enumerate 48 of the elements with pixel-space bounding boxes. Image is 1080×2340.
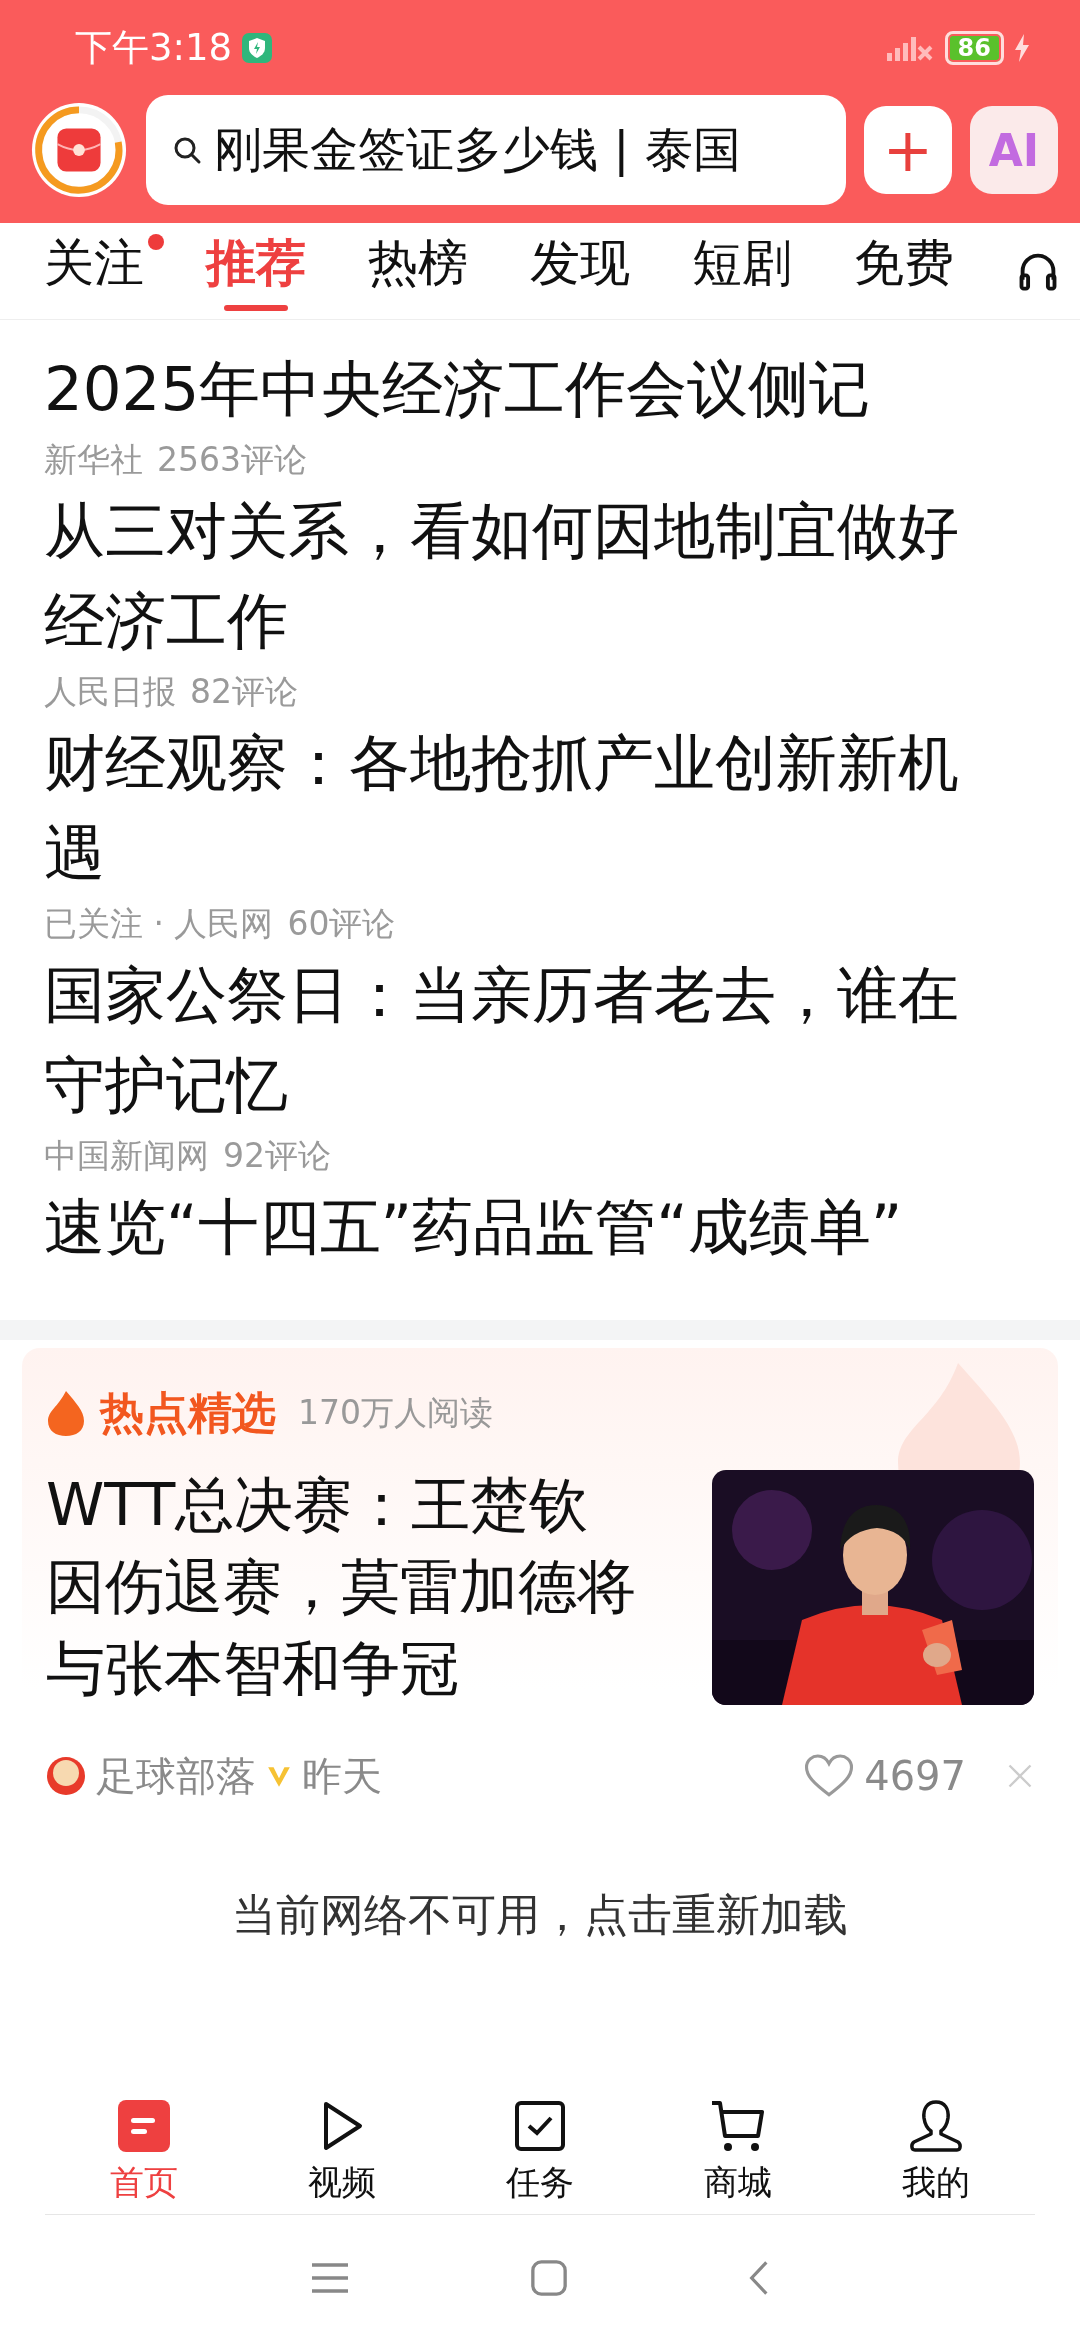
reload-link[interactable]: 当前网络不可用，点击重新加载 [232, 1886, 848, 1945]
home-button-icon[interactable] [530, 2258, 568, 2297]
news-meta: 82评论 [190, 670, 298, 713]
app-logo-icon[interactable] [30, 101, 128, 199]
news-meta: 人民日报 [44, 670, 176, 713]
nav-tab[interactable]: 任务 [485, 2098, 595, 2206]
battery-level: 86 [944, 30, 1004, 65]
post-time: 昨天 [302, 1751, 382, 1801]
news-title[interactable]: 2025年中央经济工作会议侧记 [44, 344, 994, 434]
news-title[interactable]: 国家公祭日：当亲历者老去，谁在守护记忆 [44, 950, 994, 1130]
home-icon [116, 2098, 172, 2154]
nav-tab[interactable]: 首页 [89, 2098, 199, 2206]
tab[interactable]: 推荐 [206, 225, 306, 317]
news-meta: 2563评论 [157, 438, 307, 481]
tab[interactable]: 发现 [530, 225, 630, 317]
news-title[interactable]: WTT总决赛：王楚钦因伤退赛，莫雷加德将与张本智和争冠 [46, 1464, 636, 1710]
news-meta: 中国新闻网 [44, 1134, 209, 1177]
charging-icon [1014, 33, 1030, 62]
like-count: 4697 [864, 1753, 966, 1799]
tab[interactable]: 热榜 [368, 225, 468, 317]
search-text: 刚果金签证多少钱 | 泰国 [214, 120, 741, 179]
search-icon [172, 135, 202, 165]
news-meta: 60评论 [287, 902, 396, 945]
tab[interactable]: 免费 [854, 225, 954, 317]
status-time: 下午3:18 [75, 24, 233, 71]
news-title[interactable]: 速览“十四五”药品监管“成绩单” [44, 1182, 994, 1272]
search-field[interactable]: 刚果金签证多少钱 | 泰国 [146, 95, 846, 205]
read-count: 170万人阅读 [298, 1391, 493, 1434]
news-meta: 新华社 [44, 438, 143, 481]
nav-tab[interactable]: 视频 [287, 2098, 397, 2206]
shield-icon [242, 32, 273, 63]
checkbox-icon [512, 2098, 568, 2154]
tab[interactable]: 关注 [44, 225, 144, 317]
person-icon [908, 2098, 964, 2154]
flame-icon [46, 1389, 86, 1437]
section-title: 热点精选 [100, 1385, 276, 1440]
cart-icon [710, 2098, 766, 2154]
news-meta: 92评论 [223, 1134, 331, 1177]
add-button[interactable]: + [864, 106, 952, 194]
nav-tab[interactable]: 我的 [881, 2098, 991, 2206]
heart-icon[interactable] [804, 1753, 855, 1799]
news-meta: 已关注 · 人民网 [44, 902, 274, 945]
news-title[interactable]: 从三对关系，看如何因地制宜做好经济工作 [44, 486, 994, 666]
news-title[interactable]: 财经观察：各地抢抓产业创新新机遇 [44, 718, 994, 898]
avatar-icon [46, 1756, 86, 1796]
tab[interactable]: 短剧 [692, 225, 792, 317]
nav-tab[interactable]: 商城 [683, 2098, 793, 2206]
menu-icon[interactable] [310, 2260, 350, 2295]
